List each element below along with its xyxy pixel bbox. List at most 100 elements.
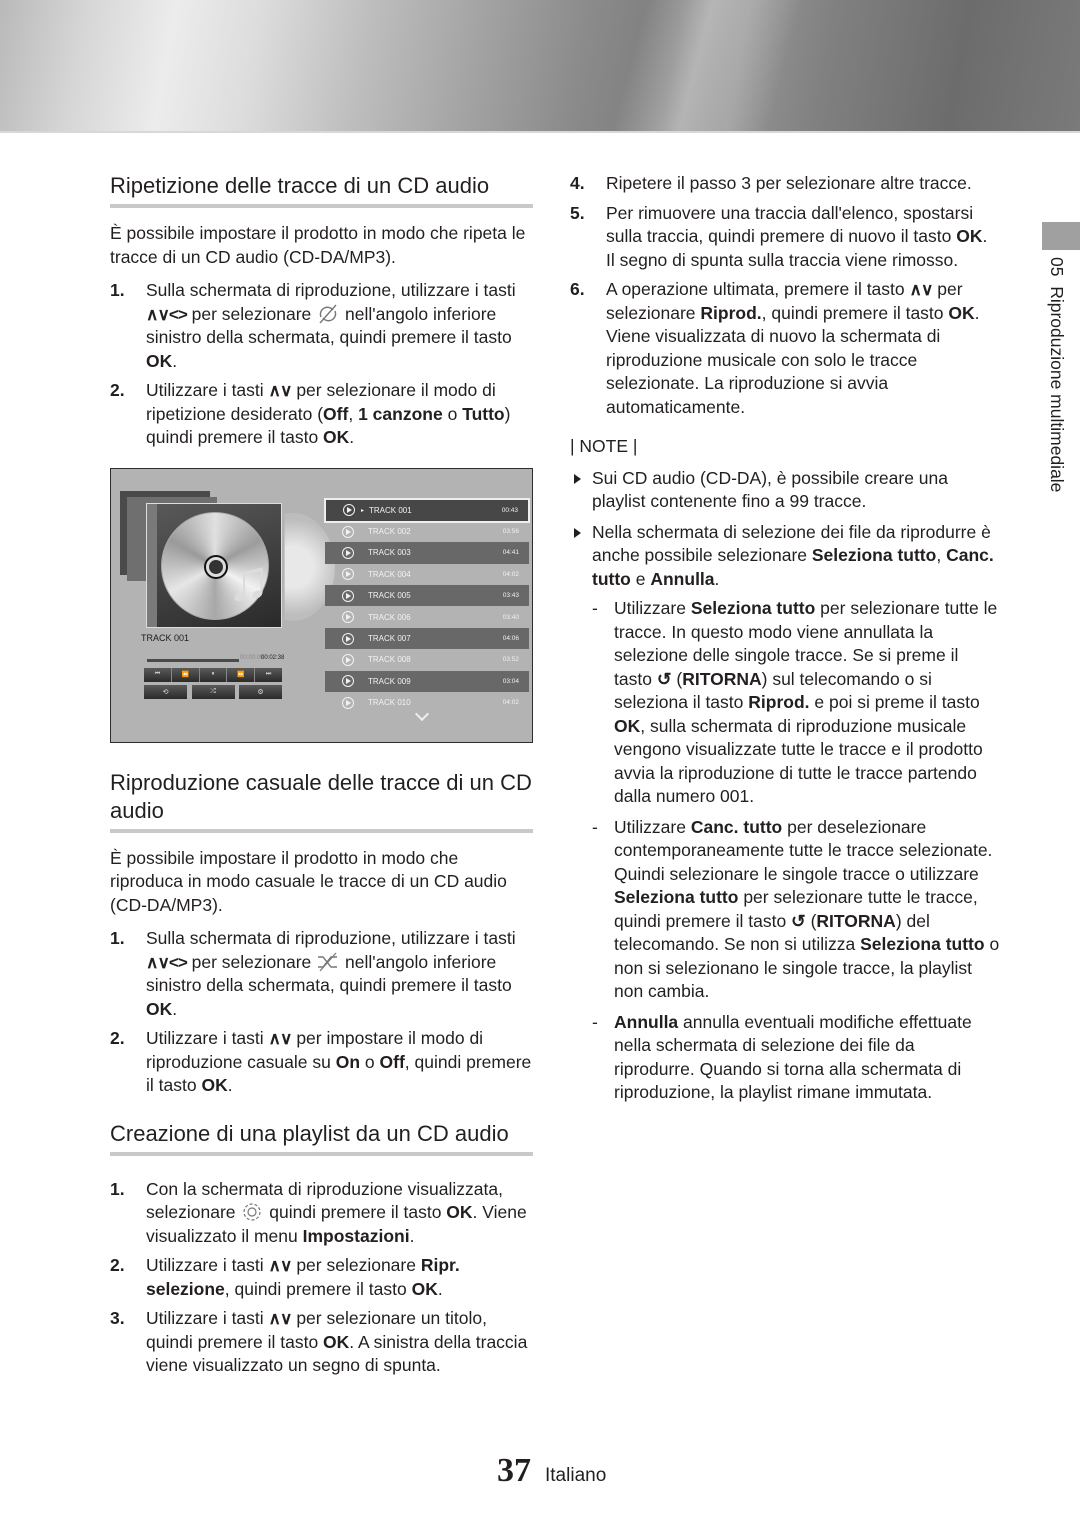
- language-label: Italiano: [545, 1465, 607, 1486]
- track-row[interactable]: TRACK 004 04:02: [325, 564, 529, 585]
- track-row[interactable]: TRACK 009 03:04: [325, 670, 529, 693]
- track-duration: 03:56: [502, 528, 519, 536]
- shuffle-step-1: 1. Sulla schermata di riproduzione, util…: [110, 928, 516, 1019]
- repeat-off-icon: ⟲: [162, 688, 169, 696]
- track-duration: 03:52: [502, 656, 519, 664]
- pause-button[interactable]: ⏸: [199, 667, 228, 682]
- play-circle-icon: [343, 504, 355, 517]
- track-name: TRACK 002: [368, 527, 411, 537]
- rewind-button[interactable]: ⏪: [171, 667, 200, 682]
- playlist-step-1: 1. Con la schermata di riproduzione visu…: [110, 1178, 527, 1246]
- page-footer: 37 Italiano: [497, 1452, 606, 1490]
- shuffle-icon: ⤮: [210, 687, 216, 695]
- up-down-keys-icon: ∧∨: [268, 1029, 293, 1048]
- playlist-step-5: 5. Per rimuovere una traccia dall'elenco…: [570, 202, 988, 270]
- repeat-steps: 1. Sulla schermata di riproduzione, util…: [110, 279, 533, 450]
- return-icon: ↺: [791, 910, 806, 931]
- track-name: TRACK 005: [368, 591, 411, 601]
- up-down-keys-icon: ∧∨: [268, 381, 293, 400]
- play-circle-icon: [342, 675, 354, 688]
- track-name: TRACK 006: [368, 612, 411, 622]
- next-button[interactable]: ⏭: [255, 667, 282, 682]
- now-playing-arrow-icon: ▸: [361, 507, 365, 514]
- chapter-tab: [1042, 222, 1080, 250]
- page-number: 37: [497, 1452, 531, 1489]
- track-duration: 03:43: [502, 592, 519, 600]
- playlist-steps-right: 4. Ripetere il passo 3 per selezionare a…: [570, 172, 1000, 419]
- track-duration: 03:40: [502, 613, 519, 621]
- play-circle-icon: [342, 546, 354, 559]
- album-art: ♫: [146, 502, 335, 628]
- play-circle-icon: [342, 525, 354, 538]
- arrow-keys-icon: ∧∨<>: [146, 952, 188, 972]
- note-subitem-select-all: - Utilizzare Seleziona tutto per selezio…: [592, 598, 998, 806]
- arrow-keys-icon: ∧∨<>: [146, 304, 188, 324]
- play-circle-icon: [342, 696, 354, 709]
- return-icon: ↺: [656, 668, 672, 689]
- progress-bar[interactable]: [147, 658, 239, 662]
- note-subitem-clear-all: - Utilizzare Canc. tutto per deseleziona…: [592, 816, 1000, 1002]
- playlist-steps-left: 1. Con la schermata di riproduzione visu…: [110, 1178, 533, 1378]
- mode-controls: ⟲ ⤮ ⚙: [144, 684, 282, 699]
- repeat-step-1: 1. Sulla schermata di riproduzione, util…: [110, 280, 516, 371]
- track-row[interactable]: TRACK 008 03:52: [325, 649, 529, 670]
- play-circle-icon: [342, 568, 354, 581]
- track-row[interactable]: ▸ TRACK 001 00:43: [326, 499, 528, 521]
- up-down-keys-icon: ∧∨: [268, 1256, 293, 1275]
- playlist-step-4: 4. Ripetere il passo 3 per selezionare a…: [570, 173, 972, 193]
- bullet-triangle-icon: [574, 527, 581, 538]
- track-row[interactable]: TRACK 003 04:41: [325, 542, 529, 564]
- playlist-step-3: 3. Utilizzare i tasti ∧∨ per selezionare…: [110, 1308, 528, 1375]
- track-duration: 03:04: [502, 677, 519, 685]
- track-duration: 04:02: [502, 699, 519, 707]
- play-circle-icon: [342, 632, 354, 645]
- play-circle-icon: [342, 611, 354, 624]
- note-item-2: Nella schermata di selezione dei file da…: [570, 521, 1000, 1105]
- repeat-off-icon: [319, 304, 337, 323]
- track-row[interactable]: TRACK 010 04:02: [325, 692, 529, 713]
- track-duration: 04:06: [502, 635, 519, 643]
- track-list: ▸ TRACK 001 00:43 TRACK 002 03:56 TRACK 003 04…: [325, 499, 529, 714]
- play-circle-icon: [342, 589, 354, 602]
- settings-button[interactable]: ⚙: [239, 684, 282, 699]
- track-name: TRACK 007: [368, 634, 411, 644]
- track-duration: 04:02: [502, 570, 519, 578]
- track-row[interactable]: TRACK 002 03:56: [325, 521, 529, 542]
- track-row[interactable]: TRACK 005 03:43: [325, 585, 529, 607]
- header-banner: [0, 0, 1080, 131]
- track-row[interactable]: TRACK 006 03:40: [325, 606, 529, 627]
- section-title-shuffle: Riproduzione casuale delle tracce di un …: [110, 769, 533, 833]
- fast-forward-button[interactable]: ⏩: [227, 667, 256, 682]
- bullet-triangle-icon: [574, 473, 581, 484]
- notes-list: Sui CD audio (CD-DA), è possibile creare…: [570, 467, 1000, 1105]
- track-name: TRACK 009: [368, 676, 411, 686]
- transport-controls: ⏮ ⏪ ⏸ ⏩ ⏭: [144, 667, 282, 682]
- shuffle-intro: È possibile impostare il prodotto in mod…: [110, 847, 507, 915]
- left-column: Ripetizione delle tracce di un CD audio …: [110, 172, 533, 1384]
- music-note-icon: ♫: [227, 547, 271, 613]
- track-duration: 00:43: [501, 506, 518, 514]
- gear-icon: ⚙: [257, 688, 264, 696]
- track-name: TRACK 001: [369, 505, 412, 515]
- up-down-keys-icon: ∧∨: [268, 1309, 293, 1328]
- playlist-step-6: 6. A operazione ultimata, premere il tas…: [570, 279, 980, 417]
- note-item-1: Sui CD audio (CD-DA), è possibile creare…: [570, 467, 1000, 514]
- right-column: 4. Ripetere il passo 3 per selezionare a…: [570, 172, 1000, 1112]
- track-name: TRACK 010: [368, 698, 411, 708]
- note-subitem-cancel: - Annulla annulla eventuali modifiche ef…: [592, 1011, 972, 1103]
- header-divider: [0, 131, 1080, 133]
- play-circle-icon: [342, 653, 354, 666]
- track-duration: 04:41: [502, 549, 519, 557]
- chapter-label: 05 Riproduzione multimediale: [1047, 257, 1067, 493]
- repeat-button[interactable]: ⟲: [144, 684, 187, 699]
- note-label: | NOTE |: [570, 436, 638, 456]
- previous-button[interactable]: ⏮: [144, 667, 172, 682]
- playlist-step-2: 2. Utilizzare i tasti ∧∨ per selezionare…: [110, 1255, 460, 1299]
- shuffle-icon: [318, 952, 338, 971]
- repeat-intro: È possibile impostare il prodotto in mod…: [110, 223, 526, 267]
- time-total: 00:02:38: [261, 654, 285, 661]
- track-row[interactable]: TRACK 007 04:06: [325, 627, 529, 650]
- track-name: TRACK 004: [368, 569, 411, 579]
- shuffle-button[interactable]: ⤮: [191, 684, 235, 699]
- music-player-screenshot: ♫ TRACK 001 00:00:09 00:02:38 ⏮ ⏪ ⏸ ⏩ ⏭ …: [110, 467, 533, 743]
